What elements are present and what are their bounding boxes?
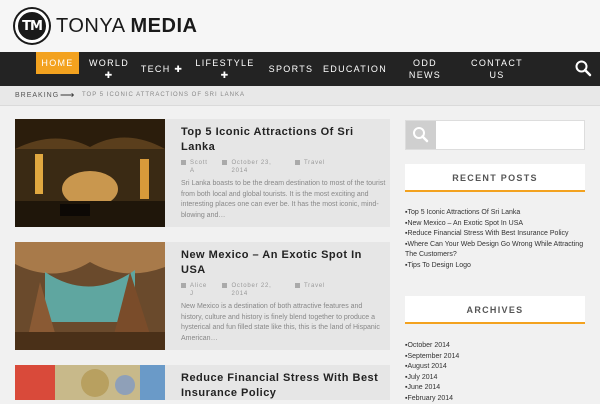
post-title[interactable]: New Mexico – An Exotic Spot In USA: [181, 248, 381, 278]
sidebar-search: [405, 120, 585, 150]
archive-link[interactable]: July 2014: [405, 373, 585, 384]
recent-post-link[interactable]: Reduce Financial Stress With Best Insura…: [405, 229, 585, 240]
post-category[interactable]: Travel: [304, 160, 325, 166]
recent-post-link[interactable]: Where Can Your Web Design Go Wrong While…: [405, 240, 585, 261]
site-title[interactable]: TONYA MEDIA: [56, 15, 197, 38]
post-author[interactable]: Scott A: [190, 159, 210, 175]
post-thumbnail[interactable]: [15, 365, 165, 400]
recent-posts-list: Top 5 Iconic Attractions Of Sri Lanka Ne…: [405, 208, 585, 271]
author-icon: [181, 283, 186, 288]
post-category[interactable]: Travel: [304, 283, 325, 289]
post-excerpt: New Mexico is a destination of both attr…: [181, 302, 386, 344]
nav-item-home[interactable]: HOME: [36, 52, 79, 74]
post-thumbnail[interactable]: [15, 119, 165, 227]
post-card: New Mexico – An Exotic Spot In USA Alice…: [15, 242, 390, 350]
breaking-headline[interactable]: TOP 5 ICONIC ATTRACTIONS OF SRI LANKA: [82, 92, 245, 98]
archive-link[interactable]: February 2014: [405, 394, 585, 404]
post-meta: Scott A October 23, 2014 Travel: [181, 159, 325, 175]
nav-item-lifestyle[interactable]: LIFESTYLE ✚: [190, 52, 260, 86]
nav-item-education[interactable]: EDUCATION: [322, 52, 388, 86]
post-thumbnail[interactable]: [15, 242, 165, 350]
nav-item-sports[interactable]: SPORTS: [266, 52, 316, 86]
logo-initials: TM: [18, 19, 46, 34]
post-card: Top 5 Iconic Attractions Of Sri Lanka Sc…: [15, 119, 390, 227]
site-title-light: TONYA: [56, 15, 131, 37]
archive-link[interactable]: October 2014: [405, 341, 585, 352]
archives-title: ARCHIVES: [405, 296, 585, 324]
archive-link[interactable]: September 2014: [405, 352, 585, 363]
recent-posts-title: RECENT POSTS: [405, 164, 585, 192]
archive-link[interactable]: June 2014: [405, 383, 585, 394]
author-icon: [181, 160, 186, 165]
recent-post-link[interactable]: Tips To Design Logo: [405, 261, 585, 272]
breaking-label: BREAKING: [15, 92, 59, 99]
calendar-icon: [222, 283, 227, 288]
folder-icon: [295, 283, 300, 288]
post-excerpt: Sri Lanka boasts to be the dream destina…: [181, 179, 386, 221]
post-title[interactable]: Top 5 Iconic Attractions Of Sri Lanka: [181, 125, 381, 155]
recent-post-link[interactable]: Top 5 Iconic Attractions Of Sri Lanka: [405, 208, 585, 219]
search-button[interactable]: [406, 121, 436, 149]
main-nav: HOME WORLD ✚ TECH ✚ LIFESTYLE ✚ SPORTS E…: [0, 52, 600, 86]
post-date: October 22, 2014: [231, 282, 276, 298]
post-meta: Alice J October 22, 2014 Travel: [181, 282, 325, 298]
arrow-right-icon: ⟶: [60, 90, 74, 101]
nav-item-world[interactable]: WORLD ✚: [84, 52, 134, 86]
archives-list: October 2014 September 2014 August 2014 …: [405, 341, 585, 404]
post-title[interactable]: Reduce Financial Stress With Best Insura…: [181, 371, 381, 401]
recent-post-link[interactable]: New Mexico – An Exotic Spot In USA: [405, 219, 585, 230]
logo-icon[interactable]: TM: [15, 9, 49, 43]
site-title-bold: MEDIA: [131, 15, 198, 37]
nav-item-tech[interactable]: TECH ✚: [140, 52, 184, 86]
breaking-news-bar: BREAKING ⟶ TOP 5 ICONIC ATTRACTIONS OF S…: [0, 86, 600, 106]
post-date: October 23, 2014: [231, 159, 276, 175]
nav-item-odd-news[interactable]: ODD NEWS: [400, 52, 450, 86]
nav-item-contact-us[interactable]: CONTACT US: [466, 52, 528, 86]
site-header: TM TONYA MEDIA: [0, 0, 600, 52]
post-author[interactable]: Alice J: [190, 282, 210, 298]
post-card: Reduce Financial Stress With Best Insura…: [15, 365, 390, 400]
archive-link[interactable]: August 2014: [405, 362, 585, 373]
folder-icon: [295, 160, 300, 165]
search-icon: [406, 121, 436, 149]
search-icon[interactable]: [574, 59, 592, 77]
calendar-icon: [222, 160, 227, 165]
